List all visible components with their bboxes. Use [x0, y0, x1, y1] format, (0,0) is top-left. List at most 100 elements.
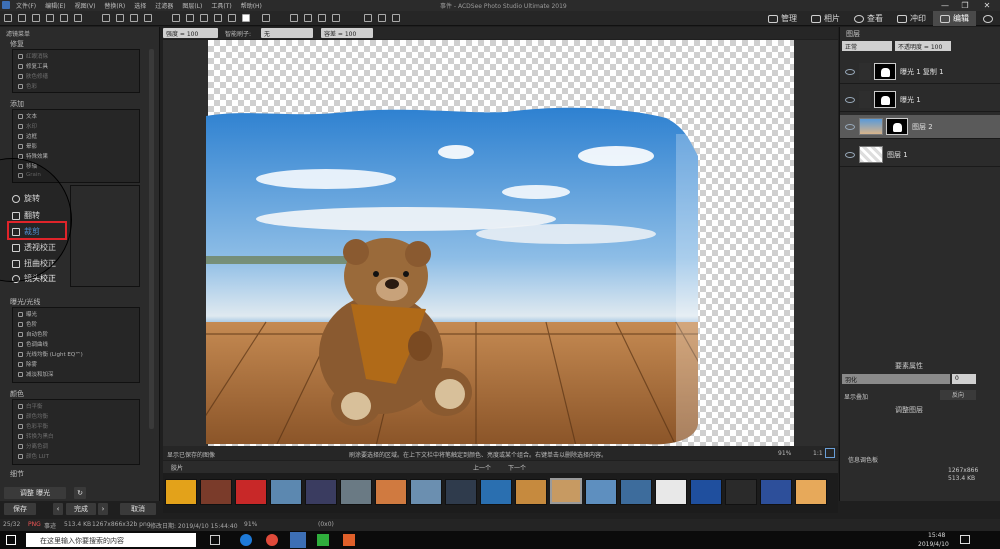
- menu-item[interactable]: 图层(L): [182, 1, 202, 10]
- menu-item[interactable]: 过滤器: [155, 1, 173, 10]
- edge-icon[interactable]: [240, 534, 252, 546]
- polygon-select-icon[interactable]: [144, 14, 152, 22]
- opacity-field[interactable]: 不透明度 = 100: [895, 41, 951, 51]
- strength-field[interactable]: 强度 = 100: [163, 28, 218, 38]
- pin-icon[interactable]: [290, 14, 298, 22]
- tool-dehaze[interactable]: 除雾: [18, 360, 37, 368]
- previous-button[interactable]: 上一个: [473, 463, 491, 472]
- filmstrip-thumb[interactable]: [655, 479, 687, 505]
- record-icon[interactable]: [364, 14, 372, 22]
- menu-item[interactable]: 编辑(E): [45, 1, 65, 10]
- tool-vignette[interactable]: 晕影: [18, 142, 37, 150]
- cancel-button[interactable]: 取消: [120, 503, 156, 515]
- filmstrip-thumb[interactable]: [445, 479, 477, 505]
- tool-dodge-burn[interactable]: 减淡和加深: [18, 370, 54, 378]
- shape-tool-icon[interactable]: [262, 14, 270, 22]
- tool-white-balance[interactable]: 白平衡: [18, 402, 43, 410]
- taskbar-search[interactable]: 在这里输入你要搜索的内容: [26, 533, 196, 547]
- eyedropper-icon[interactable]: [172, 14, 180, 22]
- filmstrip-thumb[interactable]: [375, 479, 407, 505]
- prev-arrow-icon[interactable]: ‹: [53, 503, 63, 515]
- windows-start-icon[interactable]: [6, 535, 16, 545]
- layer-row[interactable]: 曝光 1: [840, 88, 1000, 112]
- done-button[interactable]: 完成: [66, 503, 96, 515]
- eye-icon[interactable]: [845, 96, 855, 103]
- section-header-exposure[interactable]: 曝光/光线: [10, 297, 40, 307]
- paint-bucket-icon[interactable]: [318, 14, 326, 22]
- filmstrip-thumb[interactable]: [795, 479, 827, 505]
- hand-tool-icon[interactable]: [18, 14, 26, 22]
- eraser-icon[interactable]: [332, 14, 340, 22]
- filmstrip-thumb[interactable]: [515, 479, 547, 505]
- tool-tone-curves[interactable]: 色调曲线: [18, 340, 48, 348]
- canvas-image[interactable]: [206, 104, 708, 446]
- color-swatch-icon[interactable]: [242, 14, 250, 22]
- actual-size-button[interactable]: 1:1: [813, 450, 823, 457]
- eye-icon[interactable]: [845, 151, 855, 158]
- next-button[interactable]: 下一个: [508, 463, 526, 472]
- filmstrip-thumb[interactable]: [480, 479, 512, 505]
- task-view-icon[interactable]: [210, 535, 220, 545]
- eye-icon[interactable]: [845, 68, 855, 75]
- filmstrip-thumb[interactable]: [410, 479, 442, 505]
- close-button[interactable]: ✕: [977, 0, 997, 11]
- filmstrip-thumb[interactable]: [200, 479, 232, 505]
- mode-develop[interactable]: 冲印: [890, 11, 933, 26]
- show-overlay-checkbox[interactable]: 显示叠加: [844, 392, 868, 401]
- smart-brush-select[interactable]: 无: [261, 28, 313, 38]
- section-header-add[interactable]: 添加: [10, 99, 24, 109]
- blend-mode-select[interactable]: 正常: [842, 41, 892, 51]
- filmstrip-thumb[interactable]: [690, 479, 722, 505]
- layer-row-selected[interactable]: 图层 2: [840, 115, 1000, 139]
- line-tool-icon[interactable]: [130, 14, 138, 22]
- tool-levels[interactable]: 色阶: [18, 320, 37, 328]
- maximize-button[interactable]: ❐: [955, 0, 975, 11]
- adjust-exposure-button[interactable]: 调整 曝光: [4, 487, 66, 499]
- mode-edit[interactable]: 编辑: [933, 11, 976, 26]
- filmstrip-thumb[interactable]: [725, 479, 757, 505]
- brush-tool-icon[interactable]: [46, 14, 54, 22]
- layer-row[interactable]: 图层 1: [840, 143, 1000, 167]
- menu-item[interactable]: 帮助(H): [241, 1, 262, 10]
- move-tool-icon[interactable]: [4, 14, 12, 22]
- menu-item[interactable]: 选择: [134, 1, 146, 10]
- text-tool-icon[interactable]: [74, 14, 82, 22]
- tool-color-balance[interactable]: 色彩平衡: [18, 422, 48, 430]
- filmstrip-thumb[interactable]: [235, 479, 267, 505]
- section-header-repair[interactable]: 修复: [10, 39, 24, 49]
- crop-tool-icon[interactable]: [32, 14, 40, 22]
- tool-bw[interactable]: 转换为黑白: [18, 432, 54, 440]
- menu-item[interactable]: 文件(F): [16, 1, 36, 10]
- fill-tool-icon[interactable]: [214, 14, 222, 22]
- filmstrip-thumb[interactable]: [760, 479, 792, 505]
- tool-text[interactable]: 文本: [18, 112, 37, 120]
- notification-icon[interactable]: [960, 535, 970, 544]
- tool-exposure[interactable]: 曝光: [18, 310, 37, 318]
- tool-light-eq[interactable]: 光线均衡 (Light EQ™): [18, 350, 83, 358]
- menu-item[interactable]: 视图(V): [75, 1, 96, 10]
- tool-color-lut[interactable]: 颜色 LUT: [18, 452, 49, 460]
- tool-split-tone[interactable]: 分离色调: [18, 442, 48, 450]
- menu-item[interactable]: 替换(R): [104, 1, 125, 10]
- ellipse-select-icon[interactable]: [116, 14, 124, 22]
- tool-watermark[interactable]: 水印: [18, 122, 37, 130]
- droplet-icon[interactable]: [304, 14, 312, 22]
- layer-row[interactable]: 曝光 1 复制 1: [840, 60, 1000, 84]
- filmstrip-thumb[interactable]: [165, 479, 197, 505]
- filmstrip-thumb[interactable]: [340, 479, 372, 505]
- tool-color[interactable]: 色彩: [18, 82, 37, 90]
- stop-icon[interactable]: [378, 14, 386, 22]
- app-orange-icon[interactable]: [343, 534, 355, 546]
- next-arrow-icon[interactable]: ›: [98, 503, 108, 515]
- zoom-tool-icon[interactable]: [228, 14, 236, 22]
- feather-slider[interactable]: 羽化: [842, 374, 950, 384]
- panel-scrollbar[interactable]: [149, 49, 154, 429]
- mode-365[interactable]: [976, 11, 1000, 26]
- mode-photos[interactable]: 相片: [804, 11, 847, 26]
- eye-icon[interactable]: [845, 123, 855, 130]
- rect-select-icon[interactable]: [102, 14, 110, 22]
- filmstrip-thumb-selected[interactable]: [550, 478, 582, 504]
- clone-tool-icon[interactable]: [186, 14, 194, 22]
- feather-value[interactable]: 0: [952, 374, 976, 384]
- mode-view[interactable]: 查看: [847, 11, 890, 26]
